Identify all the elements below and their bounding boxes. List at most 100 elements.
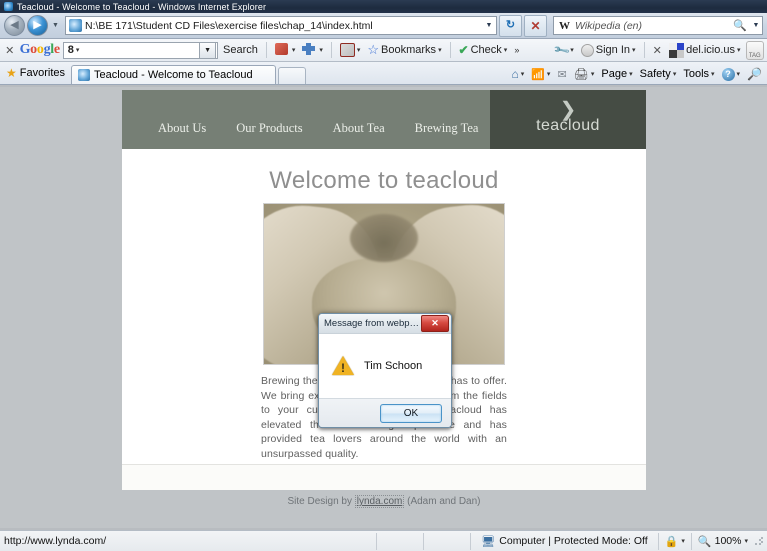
security-zone[interactable]: 🖥 Computer | Protected Mode: Off — [471, 535, 657, 548]
help-caret-icon[interactable]: ▾ — [737, 70, 741, 78]
page-menu-label: Page — [601, 68, 628, 80]
site-credit: Site Design by lynda.com (Adam and Dan) — [122, 491, 646, 508]
research-button[interactable]: 🔎 — [744, 67, 765, 81]
settings-button[interactable]: 🔧 ▾ — [553, 42, 576, 60]
google-search-field[interactable]: 8 ▾ ▼ — [62, 41, 219, 59]
popup-blocker-icon — [339, 42, 355, 58]
window-title: Teacloud - Welcome to Teacloud - Windows… — [17, 1, 267, 12]
dialog-message: Tim Schoon — [364, 360, 423, 372]
zoom-caret-icon[interactable]: ▾ — [744, 537, 748, 545]
search-box[interactable]: W Wikipedia (en) 🔍 ▼ — [553, 16, 763, 35]
forward-button[interactable]: ▶ — [27, 15, 48, 36]
safety-menu-label: Safety — [639, 68, 671, 80]
protected-mode-caret-icon[interactable]: ▾ — [681, 537, 685, 545]
close-icon[interactable]: ✕ — [421, 315, 449, 332]
translate-button[interactable]: ▾ — [273, 42, 298, 58]
delicious-tag-button[interactable]: TAG — [745, 40, 764, 60]
logo-o1: o — [30, 42, 37, 57]
add-button[interactable]: ▾ — [300, 42, 325, 58]
delicious-caret-icon[interactable]: ▾ — [737, 46, 741, 54]
back-button[interactable]: ◀ — [4, 15, 25, 36]
feeds-button[interactable]: 📶 ▾ — [528, 68, 553, 81]
tools-caret-icon[interactable]: ▾ — [711, 70, 715, 78]
delicious-button[interactable]: del.icio.us ▾ — [667, 42, 742, 58]
search-icon[interactable]: 🔍 — [733, 19, 747, 32]
protected-mode-indicator[interactable]: 🔒 ▾ — [659, 535, 691, 548]
print-icon: 🖨 — [573, 67, 589, 81]
spellcheck-icon: ✔ — [458, 43, 469, 57]
new-tab-button[interactable] — [278, 67, 307, 84]
dialog-body: ! Tim Schoon — [319, 333, 451, 398]
bookmarks-caret-icon[interactable]: ▾ — [438, 46, 442, 54]
safety-caret-icon[interactable]: ▾ — [673, 70, 677, 78]
page-viewport: About Us Our Products About Tea Brewing … — [0, 87, 767, 528]
site-credit-suffix: (Adam and Dan) — [404, 496, 481, 507]
popup-blocker-caret-icon[interactable]: ▾ — [357, 46, 361, 54]
plus-icon — [302, 42, 317, 58]
page-title: Welcome to teacloud — [269, 167, 499, 194]
star-icon: ★ — [6, 66, 17, 80]
chevron-double-icon: » — [514, 45, 520, 55]
lynda-link[interactable]: lynda.com — [354, 495, 405, 508]
site-nav-about-tea[interactable]: About Tea — [333, 121, 385, 136]
zoom-control[interactable]: 🔍 100% ▾ — [692, 535, 754, 548]
ok-button[interactable]: OK — [380, 404, 442, 423]
popup-blocker-button[interactable]: ▾ — [338, 42, 363, 58]
forward-arrow-icon: ▶ — [33, 19, 42, 31]
google-search-button[interactable]: Search — [221, 44, 260, 56]
spellcheck-button[interactable]: ✔ Check ▾ — [457, 43, 510, 57]
tea-leaves-shape — [350, 213, 418, 262]
wikipedia-icon: W — [559, 19, 570, 32]
stop-button[interactable]: ✕ — [524, 14, 547, 37]
tools-menu-button[interactable]: Tools ▾ — [680, 68, 717, 80]
steam-swirl-icon: ❯ — [559, 99, 577, 121]
zoom-icon: 🔍 — [697, 535, 712, 548]
feeds-caret-icon[interactable]: ▾ — [547, 70, 551, 78]
print-caret-icon[interactable]: ▾ — [591, 70, 595, 78]
page-menu-button[interactable]: Page ▾ — [598, 68, 635, 80]
home-button[interactable]: ⌂ ▾ — [508, 67, 527, 81]
toolbar-overflow-button[interactable]: » — [512, 45, 521, 55]
google-search-dropdown[interactable]: ▼ — [199, 41, 217, 59]
favorites-button[interactable]: ★ Favorites — [2, 66, 71, 84]
site-logo-text: teacloud — [536, 117, 600, 134]
spellcheck-label: Check — [470, 44, 502, 56]
home-caret-icon[interactable]: ▾ — [521, 70, 525, 78]
search-prefix-caret-icon[interactable]: ▾ — [76, 46, 80, 54]
address-history-dropdown[interactable]: ▼ — [482, 17, 496, 34]
feed-icon: 📶 — [531, 68, 545, 81]
address-input[interactable]: N:\BE 171\Student CD Files\exercise file… — [85, 20, 482, 32]
status-url: http://www.lynda.com/ — [4, 535, 107, 547]
safety-menu-button[interactable]: Safety ▾ — [637, 68, 680, 80]
search-provider-dropdown[interactable]: ▼ — [750, 22, 762, 29]
javascript-alert-dialog: Message from webpa... ✕ ! Tim Schoon OK — [318, 313, 452, 428]
print-button[interactable]: 🖨 ▾ — [571, 67, 598, 81]
tab-label: Teacloud - Welcome to Teacloud — [94, 69, 253, 81]
command-bar: ⌂ ▾ 📶 ▾ ✉ 🖨 ▾ Page ▾ Safety ▾ Tools ▾ ? … — [508, 67, 765, 84]
site-nav-about-us[interactable]: About Us — [158, 121, 206, 136]
read-mail-button[interactable]: ✉ — [554, 68, 569, 81]
resize-grip[interactable] — [754, 536, 764, 546]
chevron-down-icon: ▼ — [52, 22, 59, 29]
site-nav-brewing-tea[interactable]: Brewing Tea — [415, 121, 479, 136]
google-search-label: Search — [223, 44, 258, 56]
close-delicious-toolbar-icon[interactable]: ✕ — [651, 44, 665, 57]
site-nav-our-products[interactable]: Our Products — [236, 121, 302, 136]
translate-caret-icon[interactable]: ▾ — [292, 46, 296, 54]
sign-in-button[interactable]: Sign In ▾ — [579, 43, 638, 57]
close-toolbar-icon[interactable]: ✕ — [3, 44, 17, 57]
sign-in-caret-icon[interactable]: ▾ — [632, 46, 636, 54]
browser-tab-teacloud[interactable]: Teacloud - Welcome to Teacloud — [71, 65, 277, 84]
page-caret-icon[interactable]: ▾ — [629, 70, 633, 78]
help-menu-button[interactable]: ? ▾ — [719, 67, 744, 81]
refresh-button[interactable]: ↻ — [499, 14, 522, 37]
address-bar[interactable]: N:\BE 171\Student CD Files\exercise file… — [65, 16, 497, 35]
recent-pages-dropdown[interactable]: ▼ — [50, 16, 61, 35]
site-logo[interactable]: ❯ teacloud — [490, 90, 646, 149]
bookmarks-button[interactable]: ☆ Bookmarks ▾ — [365, 42, 443, 58]
internet-explorer-icon — [4, 2, 13, 11]
add-caret-icon[interactable]: ▾ — [319, 46, 323, 54]
search-input[interactable]: Wikipedia (en) — [575, 20, 733, 32]
signin-icon — [580, 43, 594, 57]
spellcheck-caret-icon[interactable]: ▾ — [504, 46, 508, 54]
